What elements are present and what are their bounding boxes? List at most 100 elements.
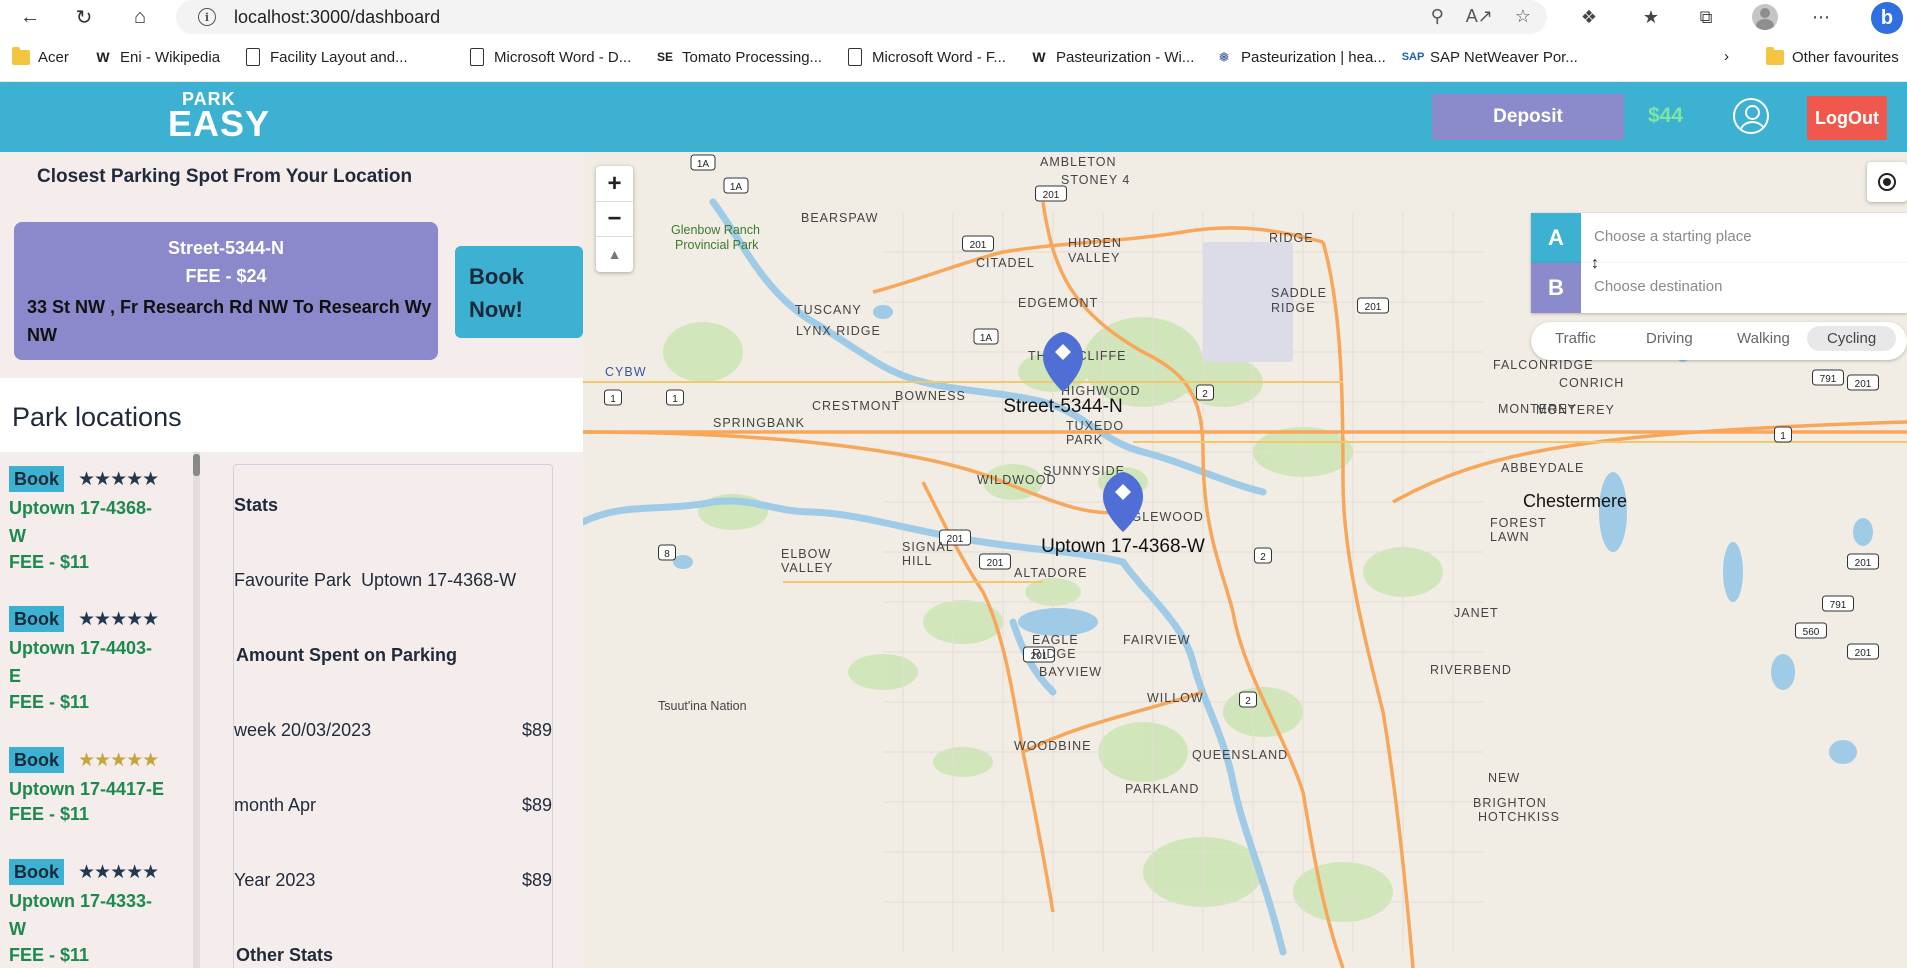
road-shield: 201 bbox=[1847, 553, 1879, 570]
svg-text:1A: 1A bbox=[730, 182, 743, 193]
bookmark-pasteurization-health[interactable]: ❅ Pasteurization | hea... bbox=[1215, 48, 1386, 66]
map-place-label: FALCONRIDGE bbox=[1493, 358, 1594, 372]
book-button[interactable]: Book bbox=[9, 606, 64, 632]
bookmark-eni[interactable]: W Eni - Wikipedia bbox=[94, 48, 220, 66]
logo[interactable]: PARK EASY bbox=[168, 90, 270, 142]
map-place-label: Chestermere bbox=[1523, 491, 1627, 511]
back-arrow-icon[interactable]: ← bbox=[14, 2, 46, 32]
svg-text:201: 201 bbox=[1043, 190, 1060, 201]
map-place-label: ELBOW bbox=[781, 547, 831, 561]
bookmark-facility[interactable]: Facility Layout and... bbox=[244, 48, 408, 66]
deposit-button[interactable]: Deposit bbox=[1432, 94, 1624, 140]
bookmark-acer[interactable]: Acer bbox=[12, 46, 69, 66]
zoom-in-button[interactable]: + bbox=[596, 166, 633, 201]
map-place-label: SPRINGBANK bbox=[713, 416, 805, 430]
map-place-label: LAWN bbox=[1490, 530, 1530, 544]
browser-toolbar: ← ↻ ⌂ i localhost:3000/dashboard ⚲ A↗ ☆ … bbox=[0, 0, 1907, 34]
svg-text:2: 2 bbox=[1260, 552, 1266, 563]
add-favourite-icon[interactable]: ☆ bbox=[1515, 6, 1531, 27]
balance: $44 bbox=[1648, 104, 1684, 127]
home-icon[interactable]: ⌂ bbox=[124, 2, 156, 32]
extensions-icon[interactable]: ❖ bbox=[1576, 5, 1602, 29]
road-shield: 201 bbox=[1357, 297, 1389, 314]
map-place-label: Tsuut'ina Nation bbox=[658, 699, 747, 713]
map-place-label: SIGNAL bbox=[902, 540, 954, 554]
closest-title: Closest Parking Spot From Your Location bbox=[37, 166, 413, 187]
chevron-right-icon[interactable]: › bbox=[1724, 48, 1729, 65]
site-icon: ❅ bbox=[1218, 48, 1230, 65]
bookmark-label: Acer bbox=[38, 48, 69, 66]
bookmark-word-d[interactable]: Microsoft Word - D... bbox=[468, 48, 631, 66]
park-fee: FEE - $11 bbox=[9, 804, 90, 824]
bookmark-tomato[interactable]: SE Tomato Processing... bbox=[656, 48, 822, 66]
logout-button[interactable]: LogOut bbox=[1807, 96, 1887, 140]
road-shield: 1 bbox=[604, 389, 622, 406]
address-bar[interactable]: i localhost:3000/dashboard ⚲ A↗ ☆ bbox=[176, 0, 1547, 34]
mode-traffic[interactable]: Traffic bbox=[1555, 330, 1596, 347]
map-place-label: PARKLAND bbox=[1125, 782, 1199, 796]
map-place-label: BAYVIEW bbox=[1039, 665, 1102, 679]
swap-icon[interactable]: ↕ bbox=[1591, 255, 1599, 273]
scrollbar[interactable] bbox=[193, 452, 200, 968]
road-shield: 201 bbox=[962, 235, 994, 252]
favourite-park-row: Favourite Park Uptown 17-4368-W bbox=[234, 570, 554, 591]
other-favourites[interactable]: Other favourites bbox=[1766, 46, 1899, 66]
collections-icon[interactable]: ⧉ bbox=[1693, 5, 1719, 29]
read-aloud-icon[interactable]: A↗ bbox=[1466, 6, 1493, 27]
mode-walking[interactable]: Walking bbox=[1737, 330, 1790, 347]
favourites-icon[interactable]: ★ bbox=[1638, 5, 1664, 29]
road-shield: 201 bbox=[1847, 374, 1879, 391]
scrollbar-thumb[interactable] bbox=[193, 454, 200, 476]
stat-label: Year 2023 bbox=[234, 870, 316, 890]
more-menu-icon[interactable]: ⋯ bbox=[1808, 5, 1834, 29]
left-panel: Closest Parking Spot From Your Location … bbox=[0, 152, 583, 968]
folder-icon bbox=[12, 46, 30, 65]
map-place-label: QUEENSLAND bbox=[1192, 748, 1288, 762]
map-place-label: EAGLE bbox=[1032, 633, 1079, 647]
map-place-label: FAIRVIEW bbox=[1123, 633, 1191, 647]
stat-value: $89 bbox=[521, 795, 552, 815]
start-input[interactable]: Choose a starting place bbox=[1594, 228, 1752, 245]
book-now-button[interactable]: Book Now! bbox=[455, 246, 583, 338]
zoom-out-button[interactable]: − bbox=[596, 201, 633, 236]
info-icon[interactable]: i bbox=[198, 8, 216, 26]
book-button[interactable]: Book bbox=[9, 859, 64, 885]
end-row[interactable]: B Choose destination bbox=[1531, 263, 1907, 313]
start-row[interactable]: A Choose a starting place bbox=[1531, 213, 1907, 263]
park-list: Book ★★★★★ Uptown 17-4368- W FEE - $11 Bo… bbox=[0, 452, 192, 968]
park-name: Uptown 17-4403- E bbox=[9, 638, 153, 686]
bookmark-word-f[interactable]: Microsoft Word - F... bbox=[846, 48, 1006, 66]
road-shield: 2 bbox=[1254, 547, 1272, 564]
map-place-label: TUXEDO bbox=[1066, 419, 1124, 433]
mode-driving[interactable]: Driving bbox=[1646, 330, 1693, 347]
road-shield: 2 bbox=[1196, 384, 1214, 401]
refresh-icon[interactable]: ↻ bbox=[68, 2, 100, 32]
user-icon[interactable] bbox=[1733, 98, 1769, 134]
bookmark-pasteurization-wiki[interactable]: W Pasteurization - Wi... bbox=[1030, 48, 1194, 66]
closest-spot-card[interactable]: Street-5344-N FEE - $24 33 St NW , Fr Re… bbox=[14, 222, 438, 360]
bing-icon[interactable]: b bbox=[1871, 2, 1903, 34]
map-place-label: Provincial Park bbox=[675, 238, 759, 252]
svg-text:8: 8 bbox=[664, 549, 670, 560]
book-now-label: Now! bbox=[469, 297, 523, 322]
book-button[interactable]: Book bbox=[9, 466, 64, 492]
profile-avatar[interactable] bbox=[1752, 4, 1778, 30]
mode-cycling[interactable]: Cycling bbox=[1807, 326, 1897, 351]
map-view[interactable]: 1A 1A 1A 201 201 201 1 1 2 201 8 201 201 2 201 201 1 791 7… bbox=[583, 152, 1907, 968]
se-icon: SE bbox=[656, 50, 673, 64]
compass-icon[interactable]: ▲ bbox=[596, 236, 633, 271]
road-shield: 791 bbox=[1812, 369, 1844, 386]
bookmark-label: Facility Layout and... bbox=[270, 48, 408, 66]
stat-label: week 20/03/2023 bbox=[234, 720, 372, 740]
road-shield: 1A bbox=[723, 177, 749, 194]
destination-input[interactable]: Choose destination bbox=[1594, 278, 1722, 295]
map-place-label: LYNX RIDGE bbox=[796, 324, 881, 338]
map-place-label: RIDGE bbox=[1269, 231, 1314, 245]
map-place-label: WOODBINE bbox=[1014, 739, 1091, 753]
document-icon bbox=[848, 48, 862, 66]
map-place-label: HOTCHKISS bbox=[1478, 810, 1560, 824]
bookmark-sap[interactable]: SAP SAP NetWeaver Por... bbox=[1402, 48, 1578, 66]
book-button[interactable]: Book bbox=[9, 747, 64, 773]
location-icon[interactable]: ⚲ bbox=[1431, 6, 1444, 27]
geolocate-button[interactable] bbox=[1867, 162, 1907, 202]
